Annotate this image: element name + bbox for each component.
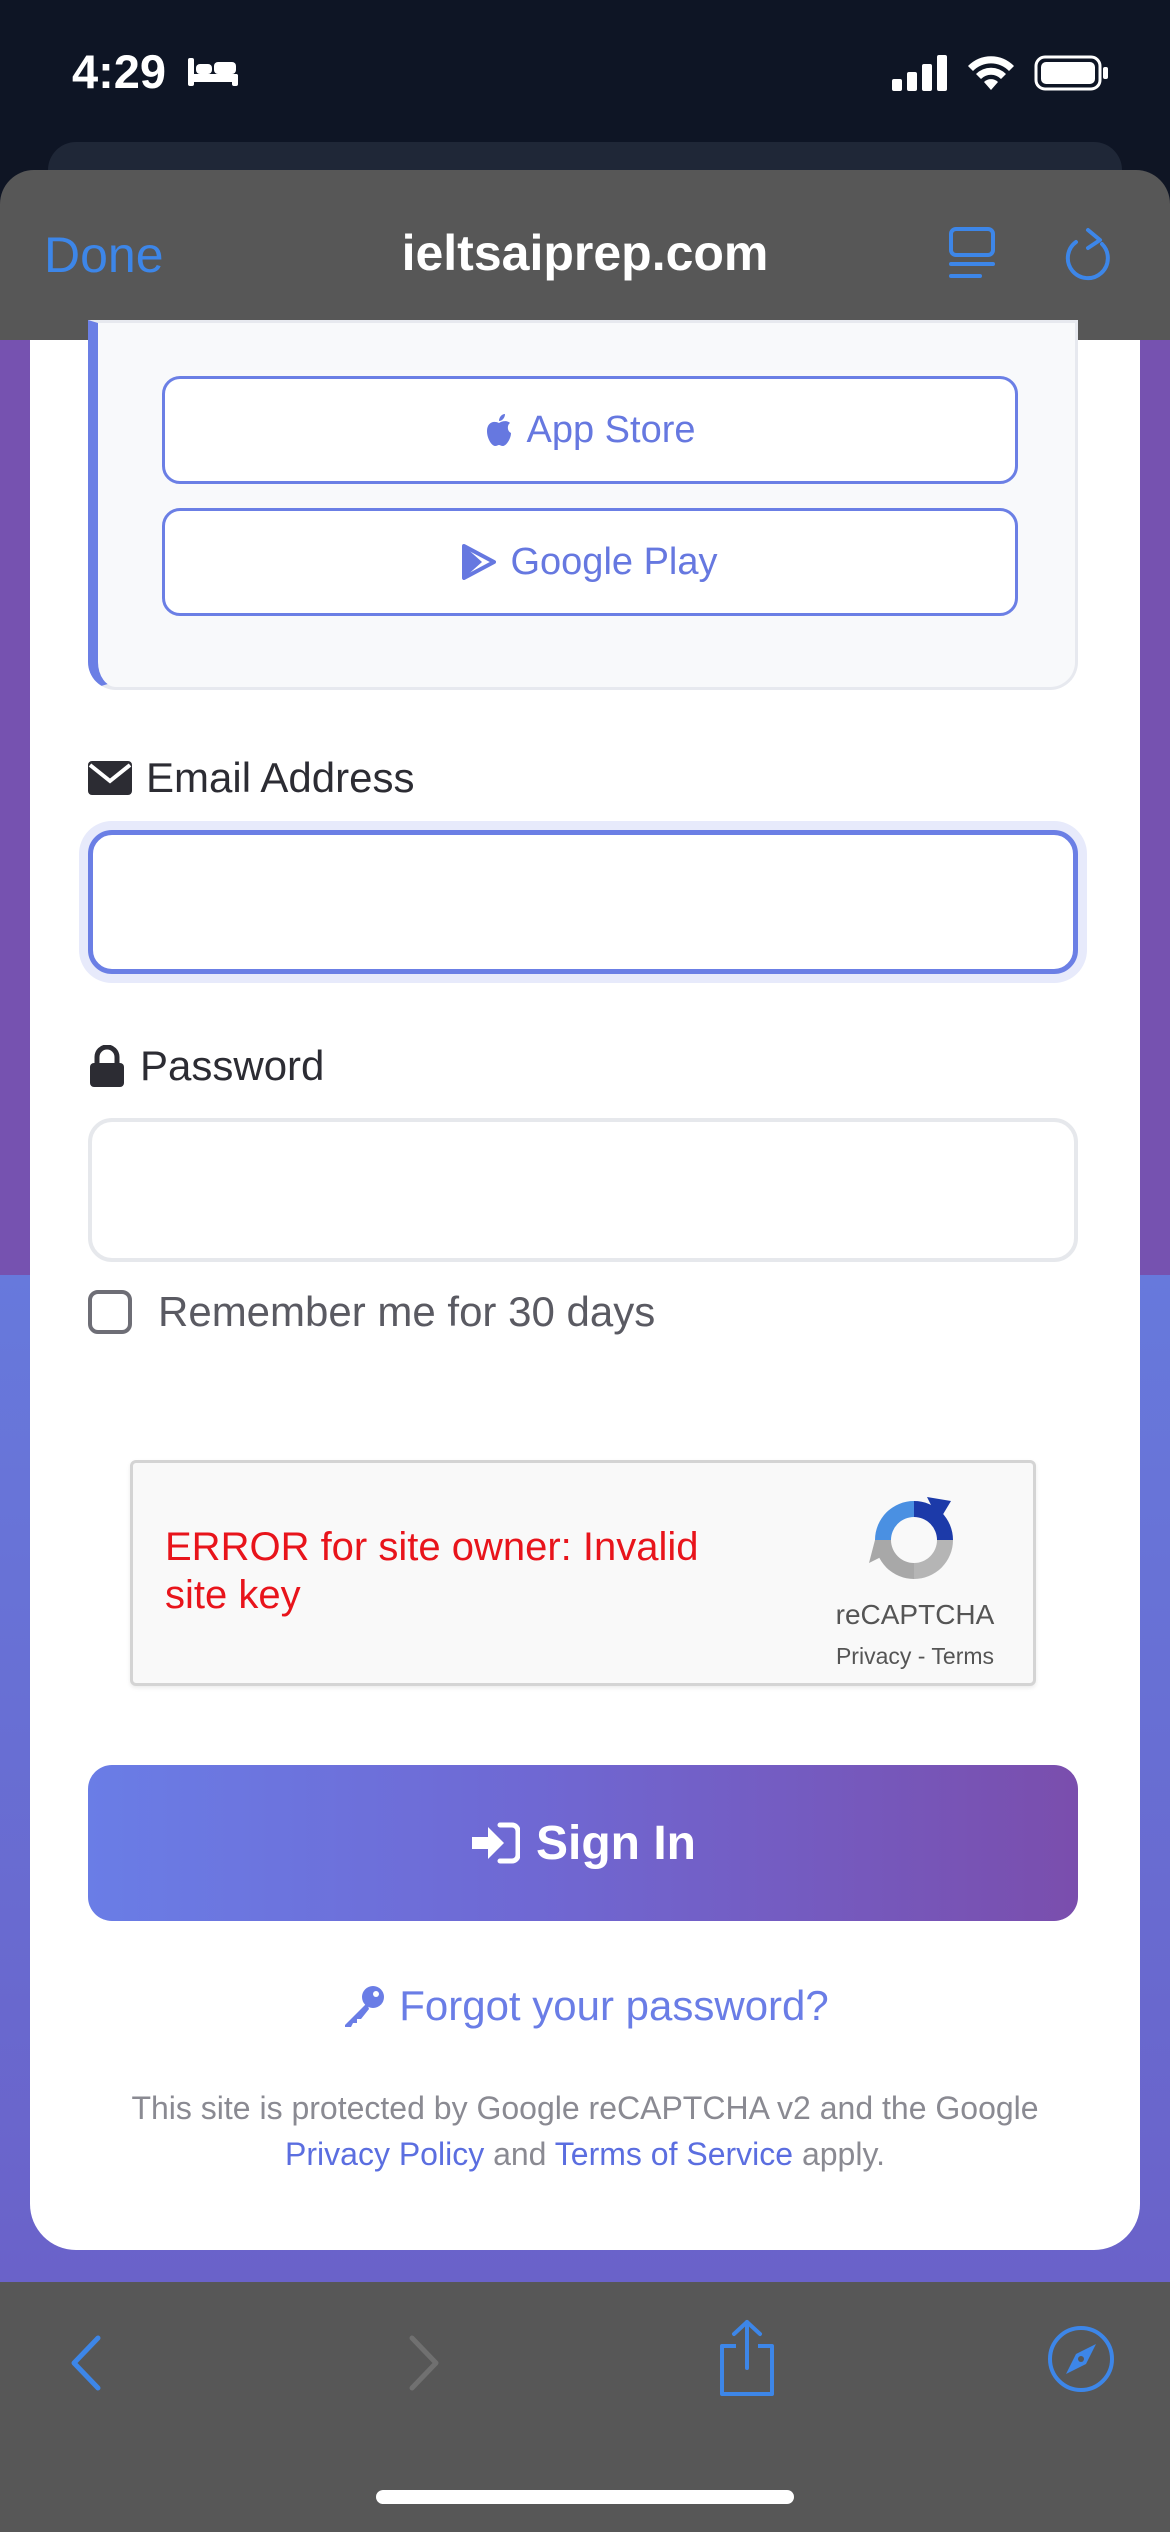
app-download-box: App Store Google Play (88, 320, 1078, 690)
app-store-label: App Store (526, 408, 696, 451)
recaptcha-privacy-link[interactable]: Privacy (836, 1643, 911, 1669)
google-play-icon (462, 544, 497, 580)
remember-me-checkbox[interactable] (88, 1290, 132, 1334)
sign-in-button[interactable]: Sign In (88, 1765, 1078, 1921)
wifi-icon (968, 56, 1014, 90)
recaptcha-brand: reCAPTCHA (835, 1599, 995, 1630)
status-bar: 4:29 (0, 0, 1170, 150)
email-label: Email Address (88, 754, 414, 802)
recaptcha-widget: ERROR for site owner: Invalid site key r… (130, 1460, 1036, 1686)
password-field[interactable] (88, 1118, 1078, 1262)
remember-me-label: Remember me for 30 days (158, 1288, 656, 1335)
recaptcha-terms-link[interactable]: Terms (931, 1643, 994, 1669)
back-chevron-icon[interactable] (66, 2328, 106, 2398)
envelope-icon (88, 761, 132, 795)
reader-view-icon[interactable] (948, 226, 996, 282)
web-page: App Store Google Play Email Address Pass… (0, 320, 1170, 2282)
google-play-label: Google Play (510, 540, 718, 583)
login-card: App Store Google Play Email Address Pass… (30, 320, 1140, 2250)
share-icon[interactable] (716, 2318, 778, 2398)
sign-in-label: Sign In (536, 1816, 696, 1870)
cellular-signal-icon (892, 55, 947, 91)
forward-chevron-icon[interactable] (404, 2328, 444, 2398)
browser-header: Done ieltsaiprep.com (0, 170, 1170, 340)
app-store-button[interactable]: App Store (162, 376, 1018, 484)
status-time: 4:29 (72, 45, 167, 98)
forgot-password-link[interactable]: Forgot your password? (30, 1982, 1140, 2030)
key-icon (345, 1986, 385, 2027)
sign-in-icon (472, 1822, 520, 1864)
privacy-policy-link[interactable]: Privacy Policy (285, 2136, 484, 2172)
google-play-button[interactable]: Google Play (162, 508, 1018, 616)
lock-icon (90, 1045, 124, 1087)
safari-compass-icon[interactable] (1046, 2324, 1116, 2394)
terms-of-service-link[interactable]: Terms of Service (555, 2136, 793, 2172)
battery-icon (1034, 55, 1108, 91)
status-indicators (892, 54, 1110, 92)
password-label: Password (88, 1042, 324, 1090)
reload-icon[interactable] (1062, 226, 1114, 284)
recaptcha-error-text: ERROR for site owner: Invalid site key (165, 1525, 699, 1617)
recaptcha-legal-text: This site is protected by Google reCAPTC… (131, 2090, 1039, 2172)
apple-icon (486, 414, 511, 446)
sleep-focus-icon (188, 58, 238, 86)
recaptcha-links: Privacy - Terms (835, 1643, 995, 1669)
home-indicator[interactable] (376, 2490, 794, 2504)
email-field[interactable] (88, 830, 1078, 974)
remember-me-row[interactable]: Remember me for 30 days (88, 1288, 655, 1336)
recaptcha-logo-icon (869, 1497, 953, 1579)
